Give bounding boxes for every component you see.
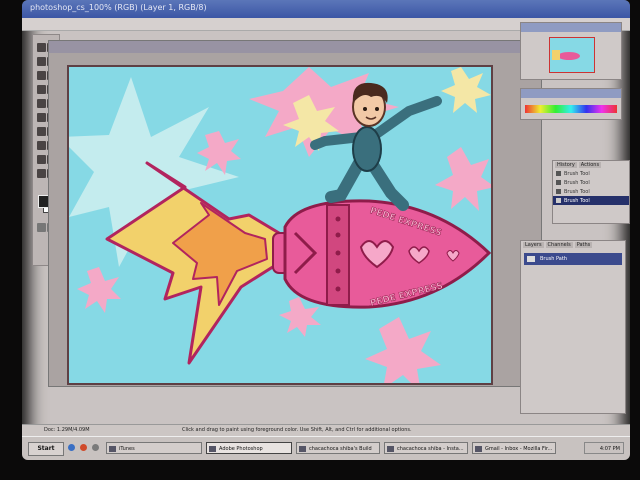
firefox-icon[interactable]	[80, 444, 87, 451]
history-item-selected[interactable]: Brush Tool	[553, 196, 629, 205]
title-bar: photoshop_cs_100% (RGB) (Layer 1, RGB/8)	[22, 0, 630, 18]
doc-info[interactable]: Doc: 1.29M/4.09M	[44, 427, 90, 433]
document-window: PEDE EXPRESS PEDE EXPRESS	[48, 40, 542, 387]
dodge-tool-icon[interactable]	[37, 127, 46, 136]
quick-mask-icon[interactable]	[37, 223, 46, 232]
navigator-header[interactable]	[521, 23, 621, 32]
lasso-tool-icon[interactable]	[37, 57, 46, 66]
photoshop-icon	[209, 446, 216, 452]
history-item[interactable]: Brush Tool	[553, 169, 629, 178]
brush-icon	[556, 198, 561, 203]
taskbar-item[interactable]: iTunes	[106, 442, 202, 454]
healing-tool-icon[interactable]	[37, 85, 46, 94]
character-torso	[352, 126, 382, 172]
shape-tool-icon[interactable]	[37, 155, 46, 164]
layer-thumbnail-icon	[527, 256, 535, 262]
itunes-icon	[109, 446, 116, 452]
history-tabs: History Actions	[553, 161, 629, 169]
taskbar-item[interactable]: chacachoca shiba - Insta...	[384, 442, 468, 454]
hand-tool-icon[interactable]	[37, 169, 46, 178]
crop-tool-icon[interactable]	[37, 71, 46, 80]
image-canvas[interactable]: PEDE EXPRESS PEDE EXPRESS	[67, 65, 493, 385]
taskbar-item-active[interactable]: Adobe Photoshop	[206, 442, 292, 454]
brush-icon	[556, 189, 561, 194]
history-panel: History Actions Brush Tool Brush Tool Br…	[552, 160, 630, 224]
start-button[interactable]: Start	[28, 442, 64, 456]
system-clock[interactable]: 4:07 PM	[584, 442, 624, 454]
monitor-screen: photoshop_cs_100% (RGB) (Layer 1, RGB/8)	[22, 0, 630, 460]
status-hint: Click and drag to paint using foreground…	[182, 427, 412, 433]
color-ramp[interactable]	[525, 105, 617, 113]
history-item[interactable]: Brush Tool	[553, 178, 629, 187]
brush-icon	[556, 171, 561, 176]
document-title-bar[interactable]	[49, 41, 541, 53]
tab-channels[interactable]: Channels	[545, 242, 573, 248]
navigator-thumbnail[interactable]	[549, 37, 595, 73]
stamp-tool-icon[interactable]	[37, 99, 46, 108]
type-tool-icon[interactable]	[37, 141, 46, 150]
eraser-tool-icon[interactable]	[37, 113, 46, 122]
brush-icon	[556, 180, 561, 185]
tab-actions[interactable]: Actions	[578, 162, 602, 168]
color-panel	[520, 88, 622, 120]
color-header[interactable]	[521, 89, 621, 98]
layer-row[interactable]: Brush Path	[524, 253, 622, 265]
tab-paths[interactable]: Paths	[574, 242, 593, 248]
tab-layers[interactable]: Layers	[523, 242, 544, 248]
taskbar-item[interactable]: chacachoca shiba's Build	[296, 442, 380, 454]
window-icon	[387, 446, 394, 452]
artwork: PEDE EXPRESS PEDE EXPRESS	[69, 67, 491, 383]
taskbar: Start iTunes Adobe Photoshop chacachoca …	[22, 436, 630, 460]
layers-panel: Layers Channels Paths Brush Path	[520, 240, 626, 414]
ie-icon[interactable]	[68, 444, 75, 451]
tab-history[interactable]: History	[555, 162, 577, 168]
window-title: photoshop_cs_100% (RGB) (Layer 1, RGB/8)	[30, 3, 207, 12]
marquee-tool-icon[interactable]	[37, 43, 46, 52]
firefox-icon	[475, 446, 482, 452]
window-icon	[299, 446, 306, 452]
desktop-icon[interactable]	[92, 444, 99, 451]
navigator-panel	[520, 22, 622, 80]
taskbar-item[interactable]: Gmail - Inbox - Mozilla Fir...	[472, 442, 556, 454]
history-item[interactable]: Brush Tool	[553, 187, 629, 196]
layers-tabs: Layers Channels Paths	[521, 241, 625, 249]
